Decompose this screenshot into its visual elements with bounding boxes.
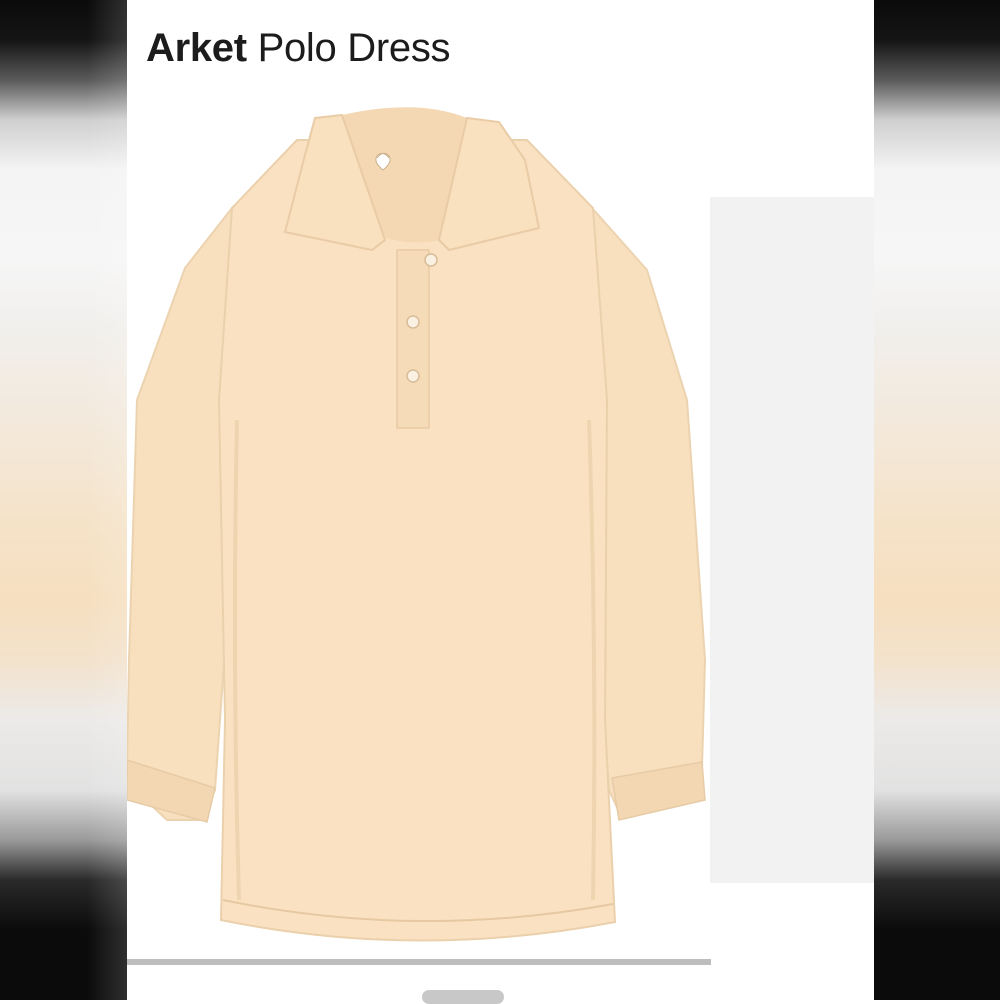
product-card: Arket Polo Dress bbox=[127, 0, 874, 1000]
product-image[interactable] bbox=[127, 100, 717, 970]
placket bbox=[396, 249, 430, 429]
product-name: Polo Dress bbox=[257, 26, 451, 70]
brand-name: Arket bbox=[146, 26, 247, 70]
button bbox=[406, 369, 420, 383]
product-title: Arket Polo Dress bbox=[146, 26, 451, 71]
image-scrollbar[interactable] bbox=[127, 959, 711, 965]
button bbox=[424, 253, 438, 267]
left-sleeve bbox=[127, 205, 237, 821]
blurred-background-left bbox=[0, 0, 127, 1000]
next-image-preview[interactable] bbox=[710, 197, 874, 883]
blurred-background-right bbox=[874, 0, 1000, 1000]
button bbox=[406, 315, 420, 329]
carousel-indicator[interactable] bbox=[422, 990, 504, 1004]
